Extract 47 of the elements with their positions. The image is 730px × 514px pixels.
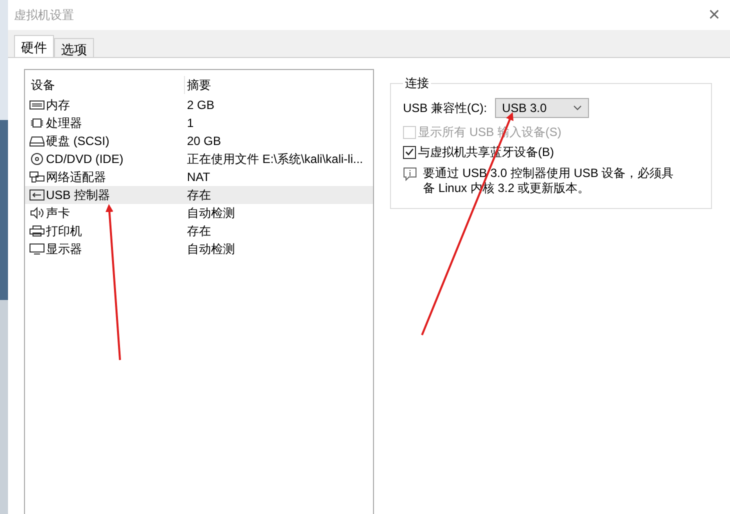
- device-summary: 存在: [186, 222, 212, 240]
- cdrom-icon: [29, 153, 45, 165]
- device-row[interactable]: 硬盘 (SCSI) 20 GB: [25, 132, 373, 150]
- device-summary: 20 GB: [186, 134, 222, 148]
- device-name: 硬盘 (SCSI): [46, 132, 110, 150]
- device-name: 网络适配器: [46, 168, 106, 186]
- close-button[interactable]: ×: [708, 5, 720, 25]
- device-name: 内存: [46, 96, 70, 114]
- device-row[interactable]: 网络适配器 NAT: [25, 168, 373, 186]
- device-name: 打印机: [46, 222, 82, 240]
- group-title: 连接: [404, 75, 430, 92]
- column-header[interactable]: 设备: [29, 76, 185, 94]
- printer-icon: [29, 225, 45, 237]
- column-header[interactable]: 摘要: [185, 76, 373, 94]
- device-name: 处理器: [46, 114, 82, 132]
- cpu-icon: [29, 117, 45, 129]
- tab[interactable]: 硬件: [14, 35, 54, 57]
- device-summary: 2 GB: [186, 98, 216, 112]
- device-summary: 自动检测: [186, 204, 236, 222]
- network-icon: [29, 171, 45, 183]
- device-row[interactable]: 声卡 自动检测: [25, 204, 373, 222]
- window-title: 虚拟机设置: [14, 6, 74, 24]
- device-summary: NAT: [186, 170, 212, 184]
- device-summary: 自动检测: [186, 240, 236, 258]
- info-icon: [403, 167, 417, 181]
- device-name: CD/DVD (IDE): [46, 152, 124, 166]
- display-icon: [29, 243, 45, 255]
- device-summary: 正在使用文件 E:\系统\kali\kali-li...: [186, 150, 364, 168]
- device-row[interactable]: USB 控制器 存在: [25, 186, 373, 204]
- device-row[interactable]: 显示器 自动检测: [25, 240, 373, 258]
- device-row[interactable]: 打印机 存在: [25, 222, 373, 240]
- device-row[interactable]: 内存 2 GB: [25, 96, 373, 114]
- device-row[interactable]: CD/DVD (IDE) 正在使用文件 E:\系统\kali\kali-li...: [25, 150, 373, 168]
- memory-icon: [29, 99, 45, 111]
- device-summary: 1: [186, 116, 195, 130]
- compat-label: USB 兼容性(C):: [403, 100, 487, 116]
- usb-icon: [29, 189, 45, 201]
- sound-icon: [29, 207, 45, 219]
- compat-dropdown[interactable]: USB 3.0: [495, 98, 589, 118]
- device-row[interactable]: 处理器 1: [25, 114, 373, 132]
- device-name: USB 控制器: [46, 186, 110, 204]
- device-name: 声卡: [46, 204, 70, 222]
- checkbox[interactable]: [403, 146, 416, 158]
- device-summary: 存在: [186, 186, 212, 204]
- device-name: 显示器: [46, 240, 82, 258]
- chevron-icon: [573, 105, 582, 111]
- tab[interactable]: 选项: [54, 38, 94, 57]
